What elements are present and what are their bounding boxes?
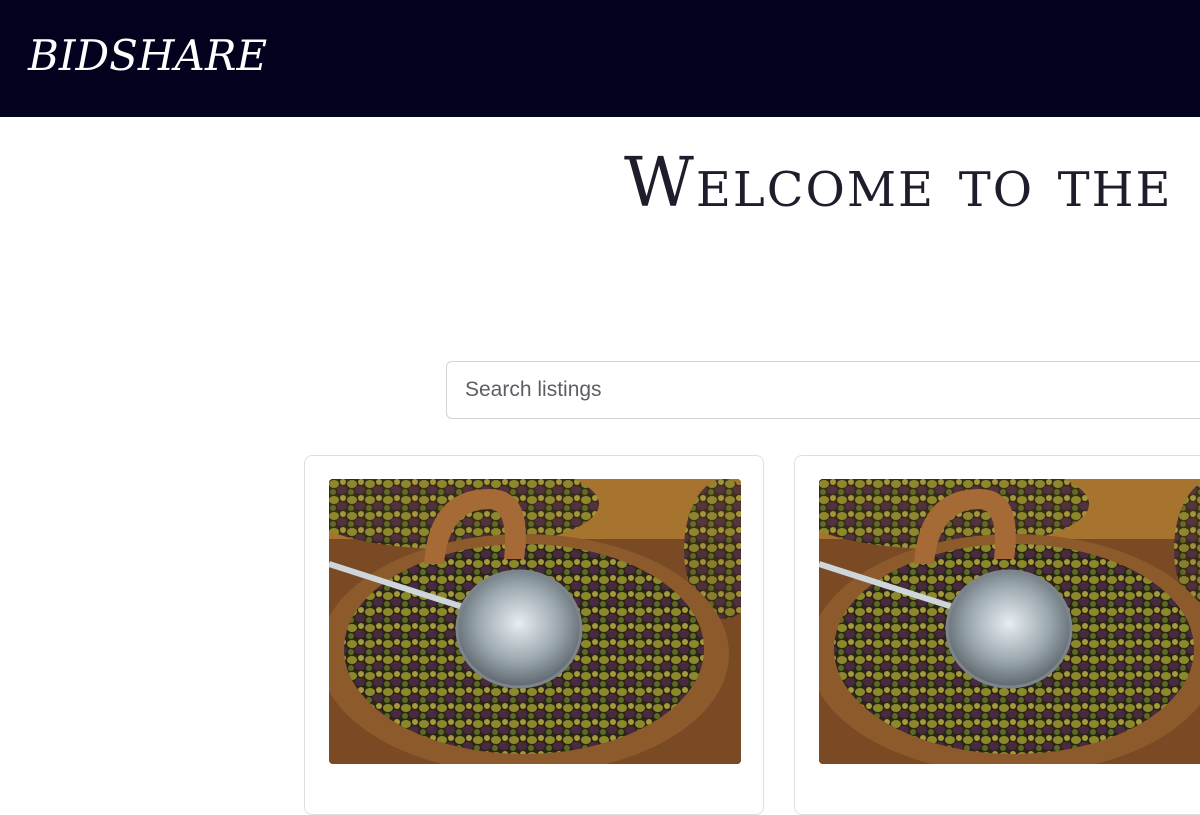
search-bar [446, 361, 1200, 419]
top-navbar: BIDSHARE [0, 0, 1200, 117]
listing-card[interactable] [794, 455, 1200, 815]
listing-image[interactable] [329, 479, 741, 764]
listing-card[interactable] [304, 455, 764, 815]
page-title: Welcome to the Bi [624, 146, 1200, 222]
olives-photo-icon [329, 479, 741, 764]
olives-photo-icon [819, 479, 1200, 764]
brand-logo[interactable]: BIDSHARE [28, 28, 267, 84]
listing-image[interactable] [819, 479, 1200, 764]
search-input[interactable] [446, 361, 1200, 419]
